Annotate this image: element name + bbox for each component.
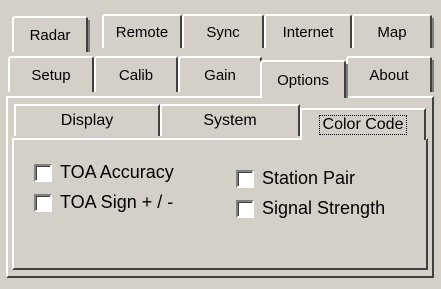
subtab-display[interactable]: Display: [14, 104, 160, 136]
station-pair-checkbox[interactable]: [236, 169, 254, 188]
tab-remote[interactable]: Remote: [102, 14, 184, 48]
toa-sign-row[interactable]: TOA Sign + / -: [34, 192, 173, 213]
tab-sync-label: Sync: [206, 23, 240, 41]
tab-map[interactable]: Map: [352, 14, 434, 48]
tab-map-label: Map: [377, 23, 407, 41]
tab-options-label: Options: [277, 71, 329, 89]
tab-about[interactable]: About: [346, 56, 434, 92]
options-window: Radar Remote Sync Internet Map Setup Cal…: [4, 4, 436, 283]
tab-radar-label: Radar: [29, 26, 71, 44]
toa-sign-label: TOA Sign + / -: [60, 192, 174, 212]
toa-sign-checkbox[interactable]: [34, 193, 52, 212]
subtab-color-code[interactable]: Color Code: [300, 108, 426, 140]
tab-setup[interactable]: Setup: [8, 56, 96, 92]
station-pair-row[interactable]: Station Pair: [236, 168, 355, 189]
tab-sync[interactable]: Sync: [182, 14, 266, 48]
toa-accuracy-checkbox[interactable]: [34, 163, 52, 182]
tab-setup-label: Setup: [31, 66, 71, 84]
tab-gain-label: Gain: [204, 66, 236, 84]
tab-options[interactable]: Options: [260, 60, 348, 98]
tab-radar[interactable]: Radar: [12, 16, 90, 52]
tab-remote-label: Remote: [115, 23, 169, 41]
tab-calib[interactable]: Calib: [94, 56, 180, 92]
tab-about-label: About: [369, 66, 409, 84]
subtab-system[interactable]: System: [160, 104, 300, 136]
signal-strength-checkbox[interactable]: [236, 199, 254, 218]
subtab-system-label: System: [203, 112, 257, 129]
signal-strength-row[interactable]: Signal Strength: [236, 198, 385, 219]
station-pair-label: Station Pair: [262, 168, 356, 188]
signal-strength-label: Signal Strength: [262, 198, 386, 218]
tab-internet-label: Internet: [282, 23, 334, 41]
tab-calib-label: Calib: [118, 66, 154, 84]
toa-accuracy-row[interactable]: TOA Accuracy: [34, 162, 174, 183]
tab-gain[interactable]: Gain: [178, 56, 264, 92]
tab-internet[interactable]: Internet: [264, 14, 354, 48]
subtab-display-label: Display: [60, 112, 114, 129]
toa-accuracy-label: TOA Accuracy: [60, 162, 174, 182]
subtab-color-code-label: Color Code: [318, 115, 408, 135]
